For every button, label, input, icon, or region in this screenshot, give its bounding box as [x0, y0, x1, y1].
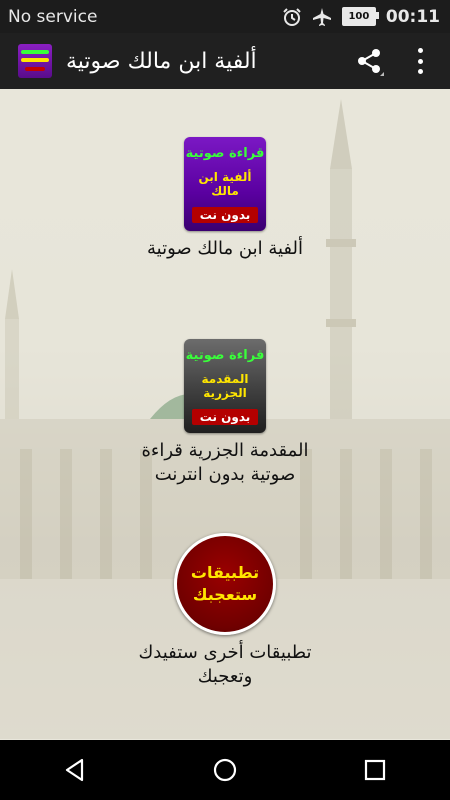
app-item-jazariya[interactable]: قراءة صوتية المقدمة الجزرية بدون نت المق…: [0, 339, 450, 487]
tile-badge: بدون نت: [191, 206, 259, 223]
back-icon[interactable]: [62, 757, 88, 783]
tile-line1: قراءة صوتية: [185, 347, 265, 363]
jazariya-tile-icon[interactable]: قراءة صوتية المقدمة الجزرية بدون نت: [184, 339, 266, 433]
app-bar: ألفية ابن مالك صوتية: [0, 33, 450, 89]
main-content: قراءة صوتية ألفية ابن مالك بدون نت ألفية…: [0, 89, 450, 739]
item-label[interactable]: ألفية ابن مالك صوتية: [0, 237, 450, 261]
item-label-line1: تطبيقات أخرى ستفيدك: [138, 642, 312, 663]
airplane-icon: [312, 7, 331, 26]
tile-line2: المقدمة الجزرية: [201, 371, 249, 400]
clock: 00:11: [385, 6, 440, 27]
item-label-line2: وتعجبك: [197, 666, 253, 687]
recents-icon[interactable]: [362, 757, 388, 783]
status-bar: No service 100 00:11: [0, 0, 450, 33]
status-icons: 100 00:11: [282, 7, 440, 27]
carrier-text: No service: [8, 6, 98, 27]
home-icon[interactable]: [212, 757, 238, 783]
item-label-line1: المقدمة الجزرية قراءة: [141, 440, 309, 461]
app-title: ألفية ابن مالك صوتية: [66, 48, 257, 74]
alarm-icon: [283, 7, 301, 26]
alfiya-tile-icon[interactable]: قراءة صوتية ألفية ابن مالك بدون نت: [184, 137, 266, 231]
more-apps-circle-icon[interactable]: تطبيقات ستعجبك: [174, 533, 276, 635]
circle-line2: ستعجبك: [192, 585, 258, 604]
tile-line2: ألفية ابن مالك: [198, 169, 252, 198]
more-vert-icon[interactable]: [418, 48, 424, 74]
circle-line1: تطبيقات: [190, 563, 260, 582]
item-label[interactable]: المقدمة الجزرية قراءة صوتية بدون انترنت: [0, 439, 450, 487]
app-logo: [18, 44, 52, 78]
share-icon[interactable]: [354, 46, 384, 76]
app-item-alfiya[interactable]: قراءة صوتية ألفية ابن مالك بدون نت ألفية…: [0, 137, 450, 261]
battery-level: 100: [348, 11, 370, 22]
item-label-line2: صوتية بدون انترنت: [154, 464, 296, 485]
item-label[interactable]: تطبيقات أخرى ستفيدك وتعجبك: [0, 641, 450, 689]
navigation-bar: [0, 740, 450, 800]
app-item-more-apps[interactable]: تطبيقات ستعجبك تطبيقات أخرى ستفيدك وتعجب…: [0, 533, 450, 689]
tile-line1: قراءة صوتية: [185, 145, 265, 161]
tile-badge: بدون نت: [191, 408, 259, 425]
battery-icon: 100: [341, 7, 379, 26]
